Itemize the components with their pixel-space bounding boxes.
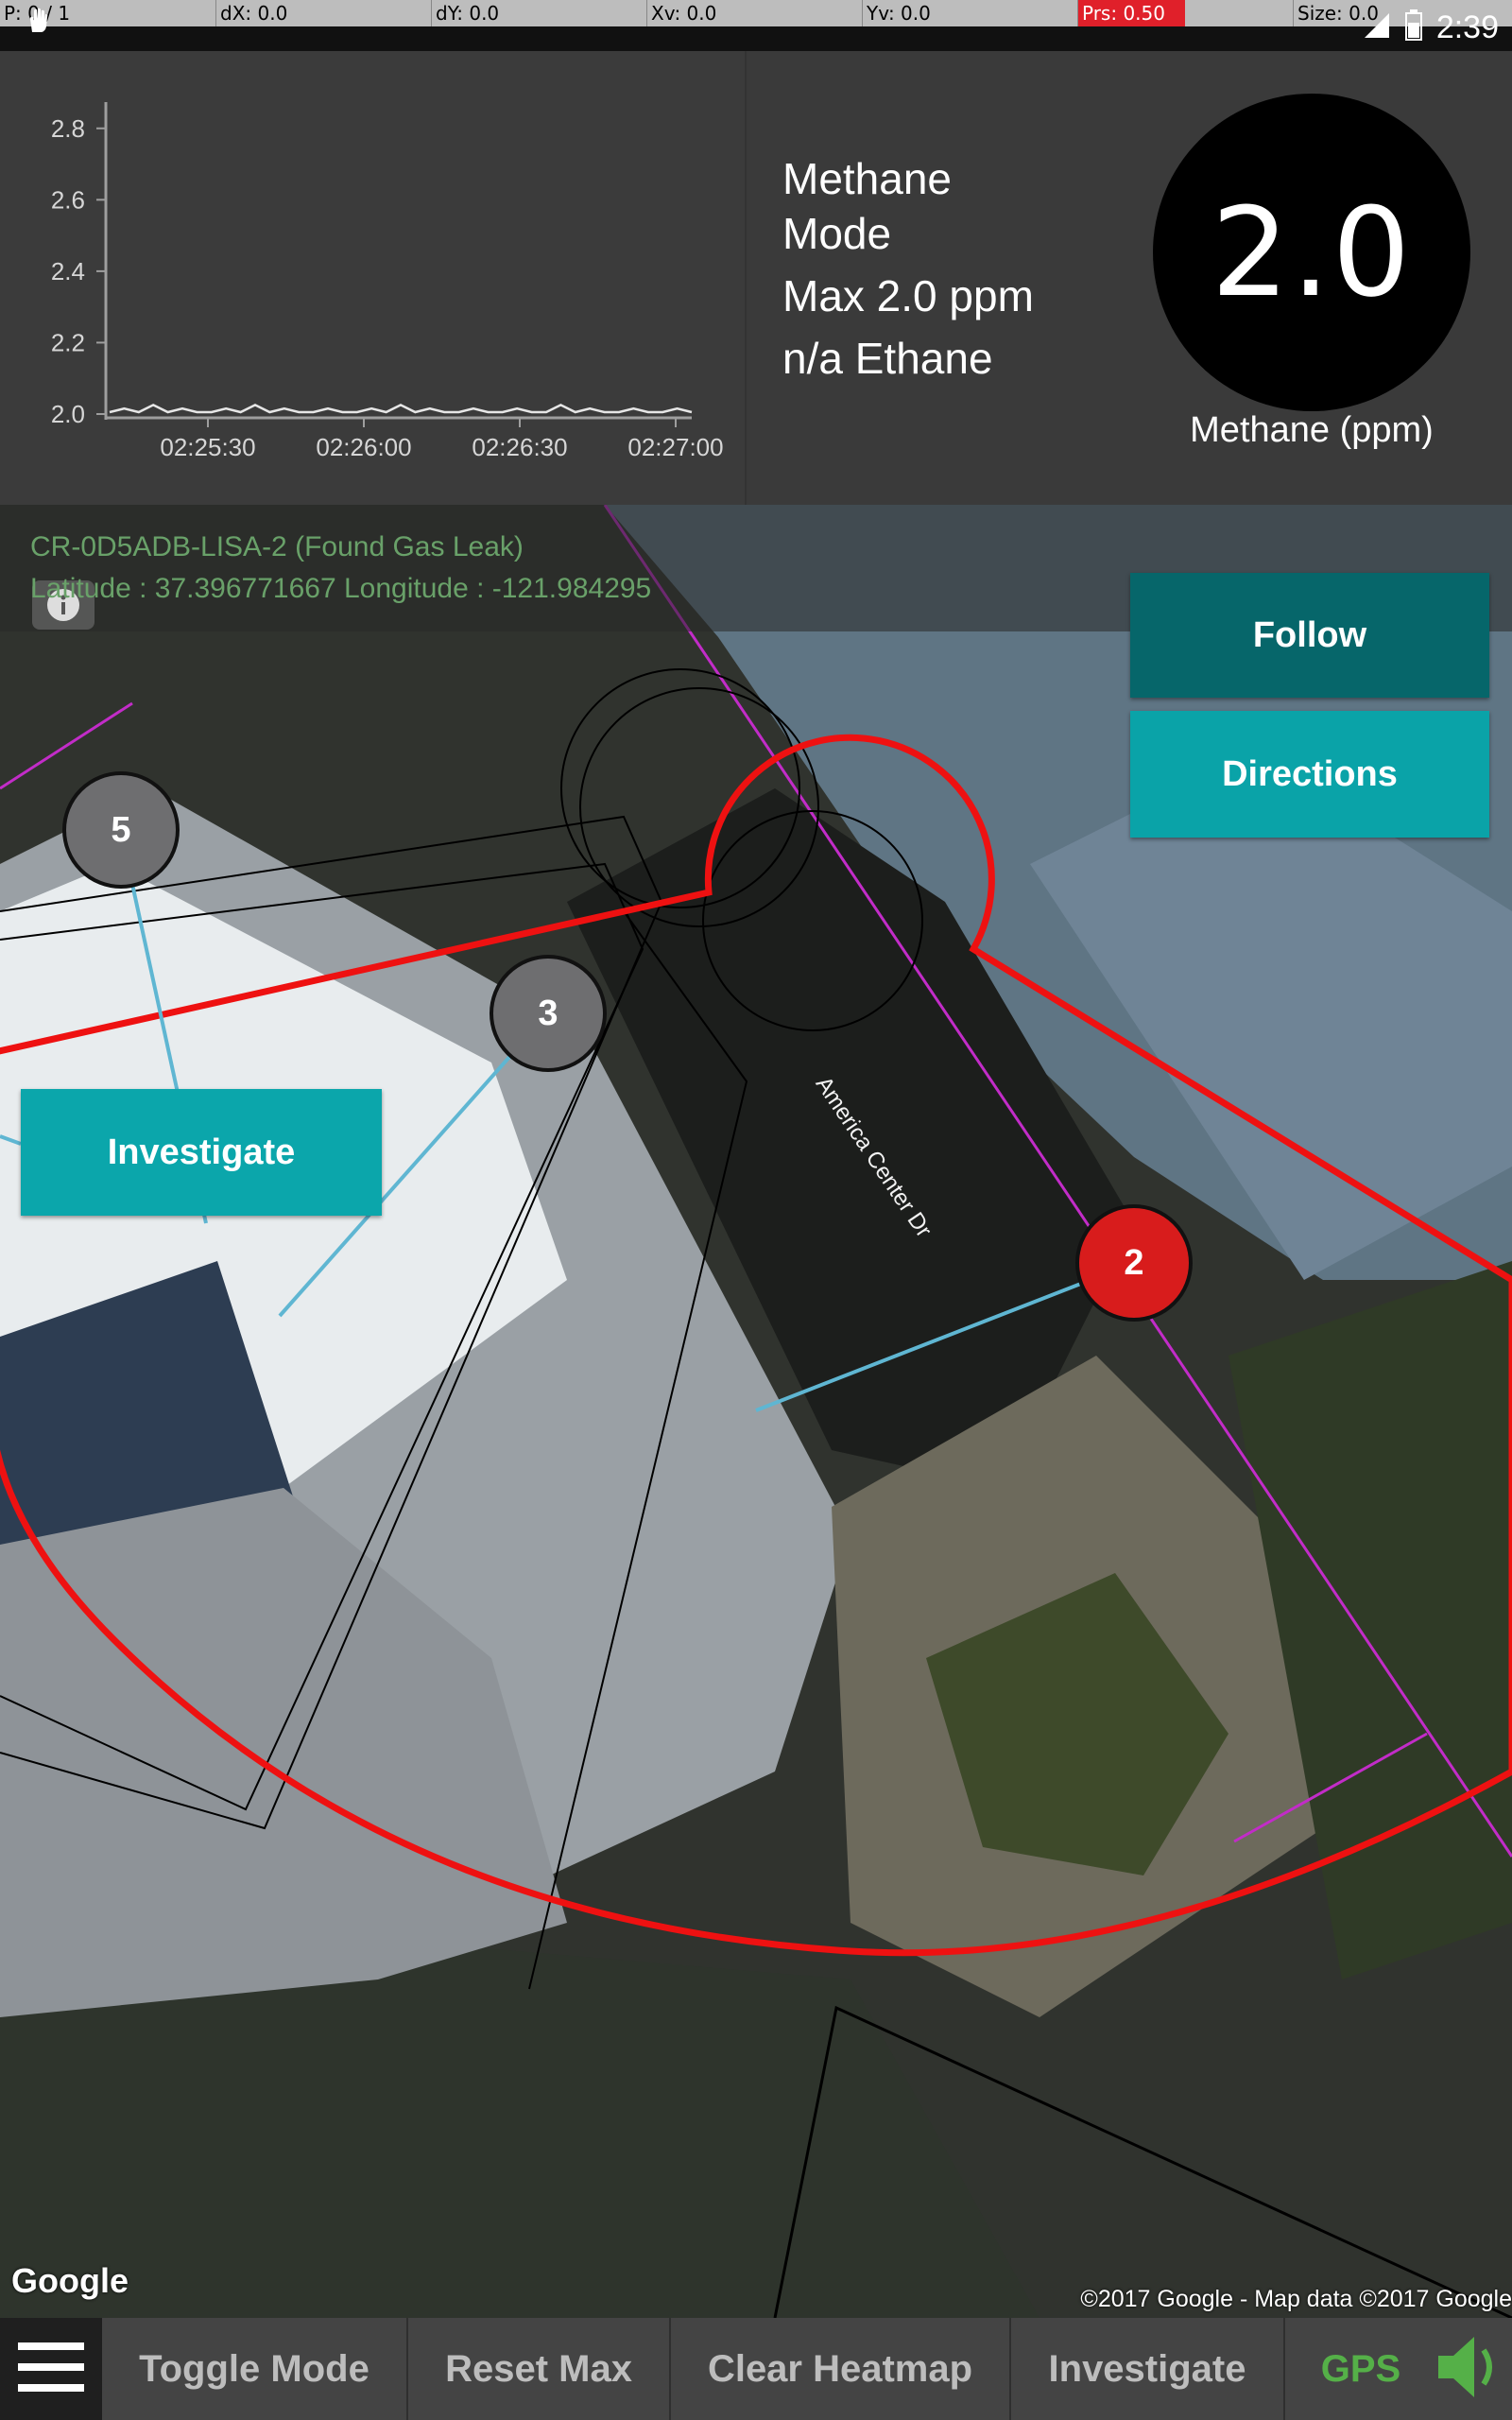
y-tick-label: 2.4 <box>51 257 85 285</box>
y-tick-label: 2.6 <box>51 185 85 214</box>
bottom-toolbar: Toggle Mode Reset Max Clear Heatmap Inve… <box>0 2318 1512 2420</box>
signal-icon <box>1363 11 1391 44</box>
touch-hand-icon <box>25 6 53 39</box>
clock: 2:39 <box>1435 9 1499 45</box>
sensor-panel: 2.0 2.2 2.4 2.6 2.8 02:25:30 02:26:00 02:26:30 0… <box>0 51 1512 505</box>
leak-marker-5[interactable]: 5 <box>62 771 180 889</box>
follow-button[interactable]: Follow <box>1130 573 1489 698</box>
reset-max-button[interactable]: Reset Max <box>408 2318 671 2420</box>
map-attribution: ©2017 Google - Map data ©2017 Google <box>1080 2286 1512 2312</box>
investigate-map-button[interactable]: Investigate <box>21 1089 382 1216</box>
debug-yv: Yv: 0.0 <box>862 0 1077 26</box>
y-tick-label: 2.0 <box>51 400 85 428</box>
investigate-button[interactable]: Investigate <box>1011 2318 1285 2420</box>
methane-trend-chart: 2.0 2.2 2.4 2.6 2.8 02:25:30 02:26:00 02:26:30 0… <box>0 51 747 505</box>
debug-prs: Prs: 0.50 <box>1077 0 1185 26</box>
toggle-mode-button[interactable]: Toggle Mode <box>102 2318 408 2420</box>
methane-gauge: 2.0 <box>1153 94 1470 411</box>
hamburger-icon <box>18 2339 84 2400</box>
system-tray: 2:39 <box>1363 6 1499 49</box>
leak-marker-3[interactable]: 3 <box>490 955 607 1072</box>
chart-canvas: 2.0 2.2 2.4 2.6 2.8 02:25:30 02:26:00 02:26:30 0… <box>51 102 724 461</box>
leak-coordinates: Latitude : 37.396771667 Longitude : -121… <box>30 573 652 604</box>
leak-title: CR-0D5ADB-LISA-2 (Found Gas Leak) <box>30 531 524 562</box>
ethane-reading: n/a Ethane <box>782 334 993 383</box>
directions-button[interactable]: Directions <box>1130 711 1489 838</box>
mode-readout: Methane Mode Max 2.0 ppm n/a Ethane <box>782 151 1179 386</box>
sound-button[interactable] <box>1436 2318 1512 2420</box>
x-tick-label: 02:26:30 <box>472 433 567 461</box>
y-tick-label: 2.2 <box>51 328 85 356</box>
google-logo: Google <box>11 2261 129 2300</box>
gauge-label: Methane (ppm) <box>1190 410 1434 450</box>
x-tick-label: 02:25:30 <box>160 433 255 461</box>
pointer-debug-bar: P: 0 / 1 dX: 0.0 dY: 0.0 Xv: 0.0 Yv: 0.0… <box>0 0 1512 26</box>
gps-button[interactable]: GPS <box>1285 2318 1436 2420</box>
x-tick-label: 02:26:00 <box>316 433 411 461</box>
y-tick-label: 2.8 <box>51 114 85 143</box>
menu-button[interactable] <box>0 2318 102 2420</box>
gauge-value: 2.0 <box>1211 181 1413 324</box>
panel-divider <box>745 51 747 505</box>
satellite-map[interactable]: CR-0D5ADB-LISA-2 (Found Gas Leak) Latitu… <box>0 505 1512 2318</box>
speaker-icon <box>1436 2329 1503 2410</box>
methane-series-line-0 <box>109 404 693 414</box>
mode-line-2: Mode <box>782 209 892 258</box>
x-tick-label: 02:27:00 <box>627 433 723 461</box>
max-reading: Max 2.0 ppm <box>782 271 1034 320</box>
leak-marker-2[interactable]: 2 <box>1075 1204 1193 1322</box>
mode-line-1: Methane <box>782 154 953 203</box>
debug-dx: dX: 0.0 <box>215 0 431 26</box>
debug-dy: dY: 0.0 <box>431 0 646 26</box>
status-bar: P: 0 / 1 dX: 0.0 dY: 0.0 Xv: 0.0 Yv: 0.0… <box>0 0 1512 51</box>
battery-icon <box>1404 9 1423 46</box>
clear-heatmap-button[interactable]: Clear Heatmap <box>671 2318 1011 2420</box>
debug-xv: Xv: 0.0 <box>646 0 862 26</box>
